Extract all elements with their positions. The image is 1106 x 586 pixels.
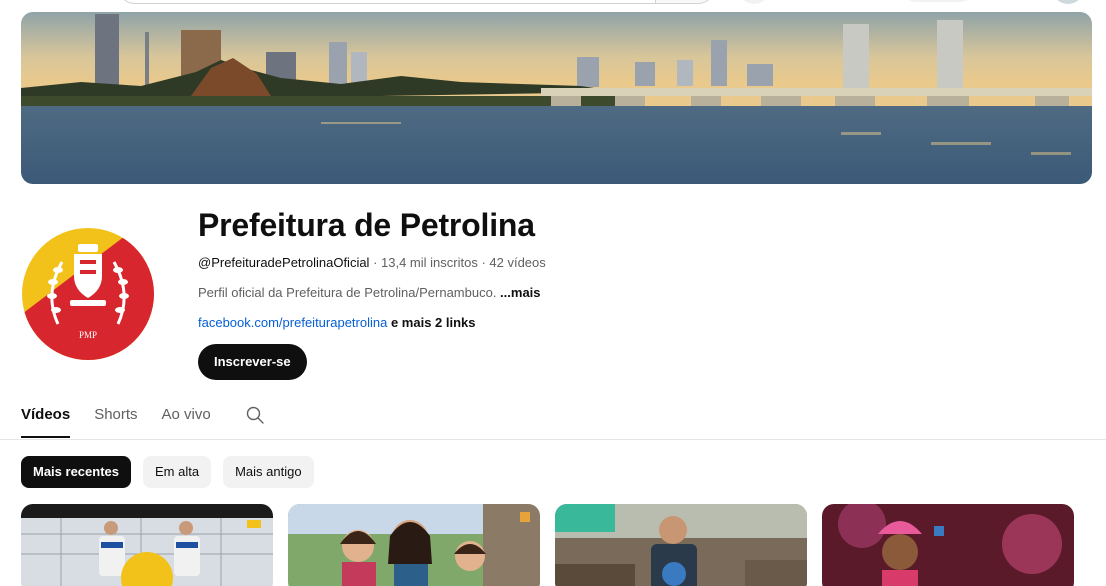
video-thumbnail[interactable] (555, 504, 807, 586)
channel-tabs: Vídeos Shorts Ao vivo (21, 398, 267, 440)
channel-meta: @PrefeituradePetrolinaOficial · 13,4 mil… (198, 254, 1058, 272)
meta-separator: · (369, 255, 382, 270)
more-links-button[interactable]: e mais 2 links (387, 315, 476, 330)
video-thumbnail-image (555, 504, 807, 586)
channel-links: facebook.com/prefeiturapetrolina e mais … (198, 314, 1058, 332)
top-bar (0, 0, 1106, 8)
video-count: 42 vídeos (489, 255, 546, 270)
channel-description[interactable]: Perfil oficial da Prefeitura de Petrolin… (198, 284, 1058, 302)
avatar-monogram: PMP (79, 330, 97, 340)
video-thumbnail[interactable] (822, 504, 1074, 586)
search-icon-glyph (246, 406, 264, 424)
description-text: Perfil oficial da Prefeitura de Petrolin… (198, 285, 501, 300)
meta-separator: · (477, 255, 490, 270)
create-button[interactable] (900, 0, 976, 2)
subscriber-count: 13,4 mil inscritos (381, 255, 478, 270)
facebook-link[interactable]: facebook.com/prefeiturapetrolina (198, 315, 387, 330)
video-thumbnail-image (21, 504, 273, 586)
video-thumbnail-image (822, 504, 1074, 586)
video-thumbnail-image (288, 504, 540, 586)
tabs-divider (0, 439, 1106, 440)
search-button[interactable] (655, 0, 715, 4)
tab-shorts[interactable]: Shorts (94, 398, 137, 440)
filter-chips: Mais recentes Em alta Mais antigo (21, 456, 314, 488)
search-icon[interactable] (243, 398, 267, 432)
channel-info: Prefeitura de Petrolina @PrefeituradePet… (198, 205, 1058, 332)
channel-banner (21, 12, 1092, 184)
search-input[interactable] (118, 0, 656, 4)
video-thumbnail[interactable] (288, 504, 540, 586)
chip-most-recent[interactable]: Mais recentes (21, 456, 131, 488)
subscribe-button[interactable]: Inscrever-se (198, 344, 307, 380)
account-avatar[interactable] (1052, 0, 1084, 4)
voice-search-button[interactable] (738, 0, 770, 4)
chip-popular[interactable]: Em alta (143, 456, 212, 488)
channel-title: Prefeitura de Petrolina (198, 207, 535, 243)
tab-live[interactable]: Ao vivo (162, 398, 211, 440)
channel-handle: @PrefeituradePetrolinaOficial (198, 255, 370, 270)
channel-avatar[interactable]: PMP (22, 214, 154, 374)
video-grid (21, 504, 1081, 586)
chip-oldest[interactable]: Mais antigo (223, 456, 314, 488)
banner-image (21, 12, 1092, 184)
tab-videos[interactable]: Vídeos (21, 398, 71, 440)
video-thumbnail[interactable] (21, 504, 273, 586)
channel-logo-icon: PMP (22, 228, 154, 360)
description-more-link[interactable]: ...mais (500, 285, 540, 300)
